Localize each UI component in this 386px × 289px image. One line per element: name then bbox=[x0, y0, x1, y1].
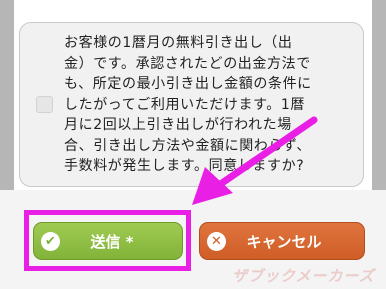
watermark-logo: ザブックメーカーズ bbox=[232, 267, 375, 285]
annotation-arrow-icon bbox=[192, 116, 318, 205]
